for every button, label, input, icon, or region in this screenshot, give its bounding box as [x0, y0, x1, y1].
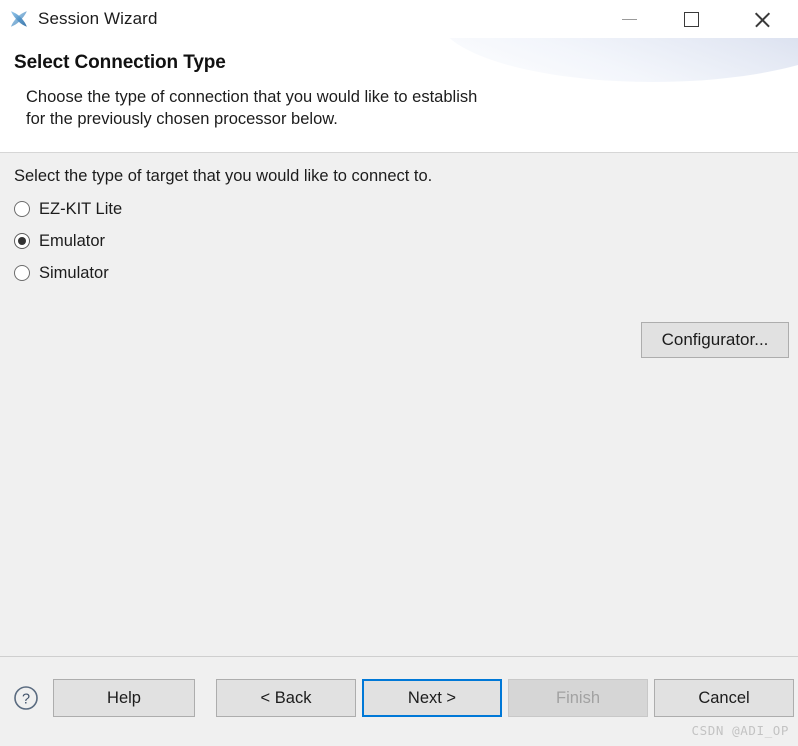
page-description-line-2: for the previously chosen processor belo… [26, 109, 338, 128]
minimize-icon [621, 18, 637, 20]
wizard-footer: ? Help < Back Next > Finish Cancel CSDN … [0, 656, 798, 746]
radio-button-selected-icon [14, 233, 30, 249]
wizard-body: Select the type of target that you would… [0, 153, 798, 656]
window-controls [602, 0, 798, 38]
wizard-header: Select Connection Type Choose the type o… [0, 38, 798, 153]
help-button[interactable]: Help [53, 679, 195, 717]
close-icon [753, 10, 772, 29]
configurator-button-wrap: Configurator... [641, 322, 789, 358]
window-title: Session Wizard [38, 9, 158, 28]
session-wizard-window: Session Wizard Select Connection Type Ch… [0, 0, 798, 746]
radio-button-icon [14, 265, 30, 281]
finish-button: Finish [508, 679, 648, 717]
connection-type-radio-group: EZ-KIT Lite Emulator Simulator [14, 193, 784, 289]
session-wizard-icon [10, 11, 27, 27]
radio-label-emulator: Emulator [39, 231, 106, 250]
svg-text:?: ? [22, 691, 30, 707]
close-button[interactable] [726, 0, 798, 38]
radio-option-ez-kit-lite[interactable]: EZ-KIT Lite [14, 193, 784, 225]
radio-option-simulator[interactable]: Simulator [14, 257, 784, 289]
minimize-button[interactable] [602, 0, 656, 38]
radio-option-emulator[interactable]: Emulator [14, 225, 784, 257]
title-bar: Session Wizard [0, 0, 798, 38]
maximize-button[interactable] [656, 0, 726, 38]
help-circle-icon[interactable]: ? [13, 685, 39, 711]
page-description: Choose the type of connection that you w… [26, 87, 784, 131]
maximize-icon [683, 11, 699, 27]
radio-label-ez-kit-lite: EZ-KIT Lite [39, 199, 123, 218]
configurator-button[interactable]: Configurator... [641, 322, 789, 358]
back-button[interactable]: < Back [216, 679, 356, 717]
next-button[interactable]: Next > [362, 679, 502, 717]
radio-button-icon [14, 201, 30, 217]
target-type-prompt: Select the type of target that you would… [14, 167, 433, 185]
cancel-button[interactable]: Cancel [654, 679, 794, 717]
watermark: CSDN @ADI_OP [691, 723, 789, 738]
page-title: Select Connection Type [14, 52, 226, 73]
radio-label-simulator: Simulator [39, 263, 109, 282]
page-description-line-1: Choose the type of connection that you w… [26, 88, 478, 106]
